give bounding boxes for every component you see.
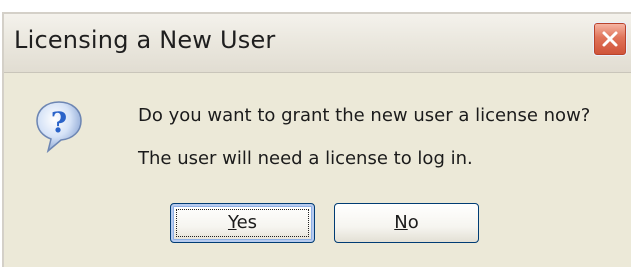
yes-button[interactable]: Yes: [170, 203, 315, 243]
message-line-1: Do you want to grant the new user a lice…: [138, 105, 591, 126]
close-button[interactable]: [593, 22, 627, 56]
yes-label-rest: es: [236, 212, 258, 233]
dialog-body: ? Do you want to grant the new user a li…: [4, 73, 631, 267]
question-icon: ?: [36, 101, 82, 154]
svg-text:?: ?: [51, 106, 67, 139]
yes-mnemonic: Y: [227, 212, 237, 233]
dialog-window: Licensing a New User ? Do you want to gr…: [2, 12, 631, 267]
window-title: Licensing a New User: [14, 26, 276, 54]
message-line-2: The user will need a license to log in.: [138, 148, 473, 169]
no-button-label: No: [394, 212, 418, 233]
close-icon: [602, 31, 618, 47]
title-bar[interactable]: Licensing a New User: [4, 14, 631, 73]
yes-button-label: Yes: [228, 212, 257, 233]
no-button[interactable]: No: [334, 203, 479, 243]
no-label-rest: o: [407, 212, 419, 233]
no-mnemonic: N: [394, 212, 408, 233]
